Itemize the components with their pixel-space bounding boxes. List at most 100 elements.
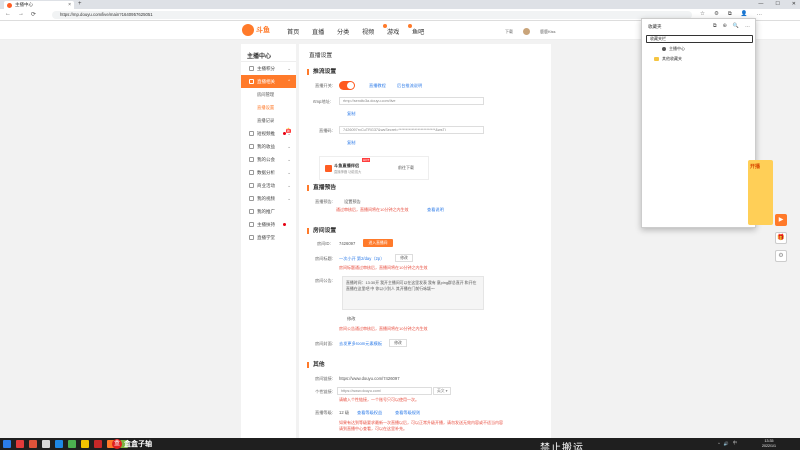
gift-side-button[interactable]: 🎁	[775, 232, 787, 244]
app-icon-7[interactable]	[94, 440, 102, 448]
forward-button[interactable]: →	[18, 11, 24, 18]
preview-help-link[interactable]: 查看说明	[427, 207, 444, 213]
sidebar-item-guild[interactable]: 我的公会 ⌄	[241, 153, 296, 166]
more-icon[interactable]: …	[745, 23, 750, 29]
rtmp-field[interactable]: rtmp://sendtc3a.douyu.com/live	[339, 97, 484, 105]
live-switch-toggle[interactable]	[339, 81, 355, 90]
nav-fishbar[interactable]: 鱼吧	[412, 27, 437, 36]
sidebar-item-academy[interactable]: 直播学堂	[241, 231, 296, 244]
taskbar-clock[interactable]: 13:35 2022/1/1	[762, 439, 776, 449]
nav-video[interactable]: 视频	[362, 24, 387, 36]
sidebar-item-live[interactable]: 直播相关 ⌃	[241, 75, 296, 88]
sidebar-item-promotion[interactable]: 我的推广	[241, 205, 296, 218]
main-nav: 首页 直播 分类 视频 游戏 鱼吧	[287, 24, 437, 36]
username[interactable]: 鹿鹿Kiss	[540, 29, 556, 35]
sidebar-item-myvideo[interactable]: 我的视频 ⌄	[241, 192, 296, 205]
tray-expand-icon[interactable]: ^	[718, 441, 720, 446]
douyu-logo[interactable]: 斗鱼	[242, 24, 270, 36]
douyu-favicon-icon	[7, 2, 12, 8]
add-favorite-icon[interactable]: ⊕	[723, 23, 727, 29]
section-room-title: 房间设置	[307, 228, 336, 234]
sidebar-item-label: 主播扶持	[257, 222, 275, 227]
edit-notice-button[interactable]: 修改	[347, 316, 355, 322]
back-button[interactable]: ←	[5, 11, 11, 18]
live-tool-card: 斗鱼直播伴侣 HOT 直播神器 功能强大 前往下载	[319, 156, 429, 180]
favorites-toolbar: ⧉ ⊕ 🔍 …	[713, 23, 750, 29]
add-folder-icon[interactable]: ⧉	[713, 23, 717, 29]
edit-title-button[interactable]: 修改	[395, 254, 413, 262]
chevron-down-icon: ⌄	[287, 183, 291, 188]
volume-icon[interactable]: 🔊	[724, 441, 729, 446]
logo-text: 斗鱼	[256, 27, 270, 34]
level-warning-2: 请到直播中心查看，可以在这里补充。	[339, 426, 407, 431]
search-icon[interactable]: 🔍	[733, 23, 739, 29]
promo-banner[interactable]: 开播	[748, 160, 773, 225]
nav-game[interactable]: 游戏	[387, 24, 412, 36]
favorites-bar-folder[interactable]: 收藏夹栏	[646, 35, 753, 43]
maximize-button[interactable]: ☐	[775, 0, 779, 9]
video-icon	[249, 131, 254, 137]
avatar[interactable]	[523, 28, 530, 35]
sidebar-title: 主播中心	[241, 44, 296, 62]
custom-url-label: 个性链接:	[315, 389, 333, 394]
push-info-link[interactable]: 后台推流说明	[397, 83, 422, 89]
favorite-star-icon[interactable]: ☆	[700, 11, 705, 18]
cover-template-link[interactable]: 去发更多room元素模板	[339, 341, 382, 347]
level-value: 12 级	[339, 410, 350, 415]
notification-dot	[283, 223, 286, 226]
app-icon-2[interactable]	[29, 440, 37, 448]
extensions-icon[interactable]: ⚙	[714, 11, 719, 18]
enter-room-button[interactable]: 进入直播间	[363, 239, 393, 247]
sidebar-item-income[interactable]: 我的收益 ⌄	[241, 140, 296, 153]
nav-live[interactable]: 直播	[312, 27, 337, 36]
copy-rtmp-button[interactable]: 复制	[347, 111, 355, 117]
nav-home[interactable]: 首页	[287, 27, 312, 36]
settings-side-button[interactable]: ⚙	[775, 250, 787, 262]
stream-code-field[interactable]: 7426097rxCuTRG37&wsSecret=**************…	[339, 126, 484, 134]
refresh-button[interactable]: ⟳	[31, 11, 36, 18]
profile-icon[interactable]: 👤	[741, 11, 748, 18]
play-side-button[interactable]: ▶	[775, 214, 787, 226]
close-window-button[interactable]: ✕	[792, 0, 796, 9]
url-input[interactable]: https://mp.douyu.com/live/main?164095762…	[52, 11, 692, 19]
folder-icon[interactable]	[81, 440, 89, 448]
sidebar-item-support[interactable]: 主播扶持	[241, 218, 296, 231]
tool-download-link[interactable]: 前往下载	[398, 165, 414, 171]
sidebar-item-shortvideo[interactable]: 短视频推★新⌄	[241, 127, 296, 140]
brand-text: 盒盒子轴	[124, 441, 152, 448]
level-rights-link[interactable]: 查看等级权益	[357, 410, 382, 416]
sidebar-item-analytics[interactable]: 数据分析 ⌄	[241, 166, 296, 179]
custom-url-select[interactable]: 英文 ▾	[433, 387, 451, 395]
favorite-folder-label: 其他收藏夹	[662, 56, 682, 61]
sidebar-item-label: 数据分析	[257, 170, 275, 175]
nav-video-label: 视频	[362, 29, 375, 36]
preview-setting[interactable]: 设置预告	[344, 199, 361, 205]
download-link[interactable]: 下载	[505, 29, 513, 35]
points-icon	[249, 66, 254, 72]
new-tab-button[interactable]: +	[78, 1, 82, 7]
collections-icon[interactable]: ⧉	[728, 11, 732, 18]
app-icon-5[interactable]	[68, 440, 76, 448]
edit-cover-button[interactable]: 修改	[389, 339, 407, 347]
favorite-item-anchor-center[interactable]: 主播中心	[662, 46, 685, 52]
input-method-icon[interactable]: 中	[733, 440, 737, 446]
room-title-label: 房间标题:	[315, 256, 333, 261]
favorite-folder-other[interactable]: 其他收藏夹	[654, 56, 682, 62]
nav-category[interactable]: 分类	[337, 27, 362, 36]
minimize-button[interactable]: —	[758, 0, 763, 9]
more-menu-icon[interactable]: …	[757, 11, 763, 18]
live-tutorial-link[interactable]: 直播教程	[369, 83, 386, 89]
edge-browser-icon[interactable]	[55, 440, 63, 448]
windows-start-icon[interactable]	[3, 440, 11, 448]
app-icon-3[interactable]	[42, 440, 50, 448]
sidebar-item-business[interactable]: 商业活动 ⌄	[241, 179, 296, 192]
sidebar-sub-settings[interactable]: 直播设置	[241, 101, 296, 114]
sidebar-item-points[interactable]: 主播积分 ⌄	[241, 62, 296, 75]
sidebar-sub-room[interactable]: 房间管理	[241, 88, 296, 101]
level-rules-link[interactable]: 查看等级规则	[395, 410, 420, 416]
browser-tab[interactable]: 主播中心 ×	[4, 1, 74, 9]
tab-close-icon[interactable]: ×	[68, 2, 71, 8]
copy-code-button[interactable]: 复制	[347, 140, 355, 146]
app-icon-1[interactable]	[16, 440, 24, 448]
custom-url-input[interactable]: https://www.douyu.com/	[337, 387, 432, 395]
